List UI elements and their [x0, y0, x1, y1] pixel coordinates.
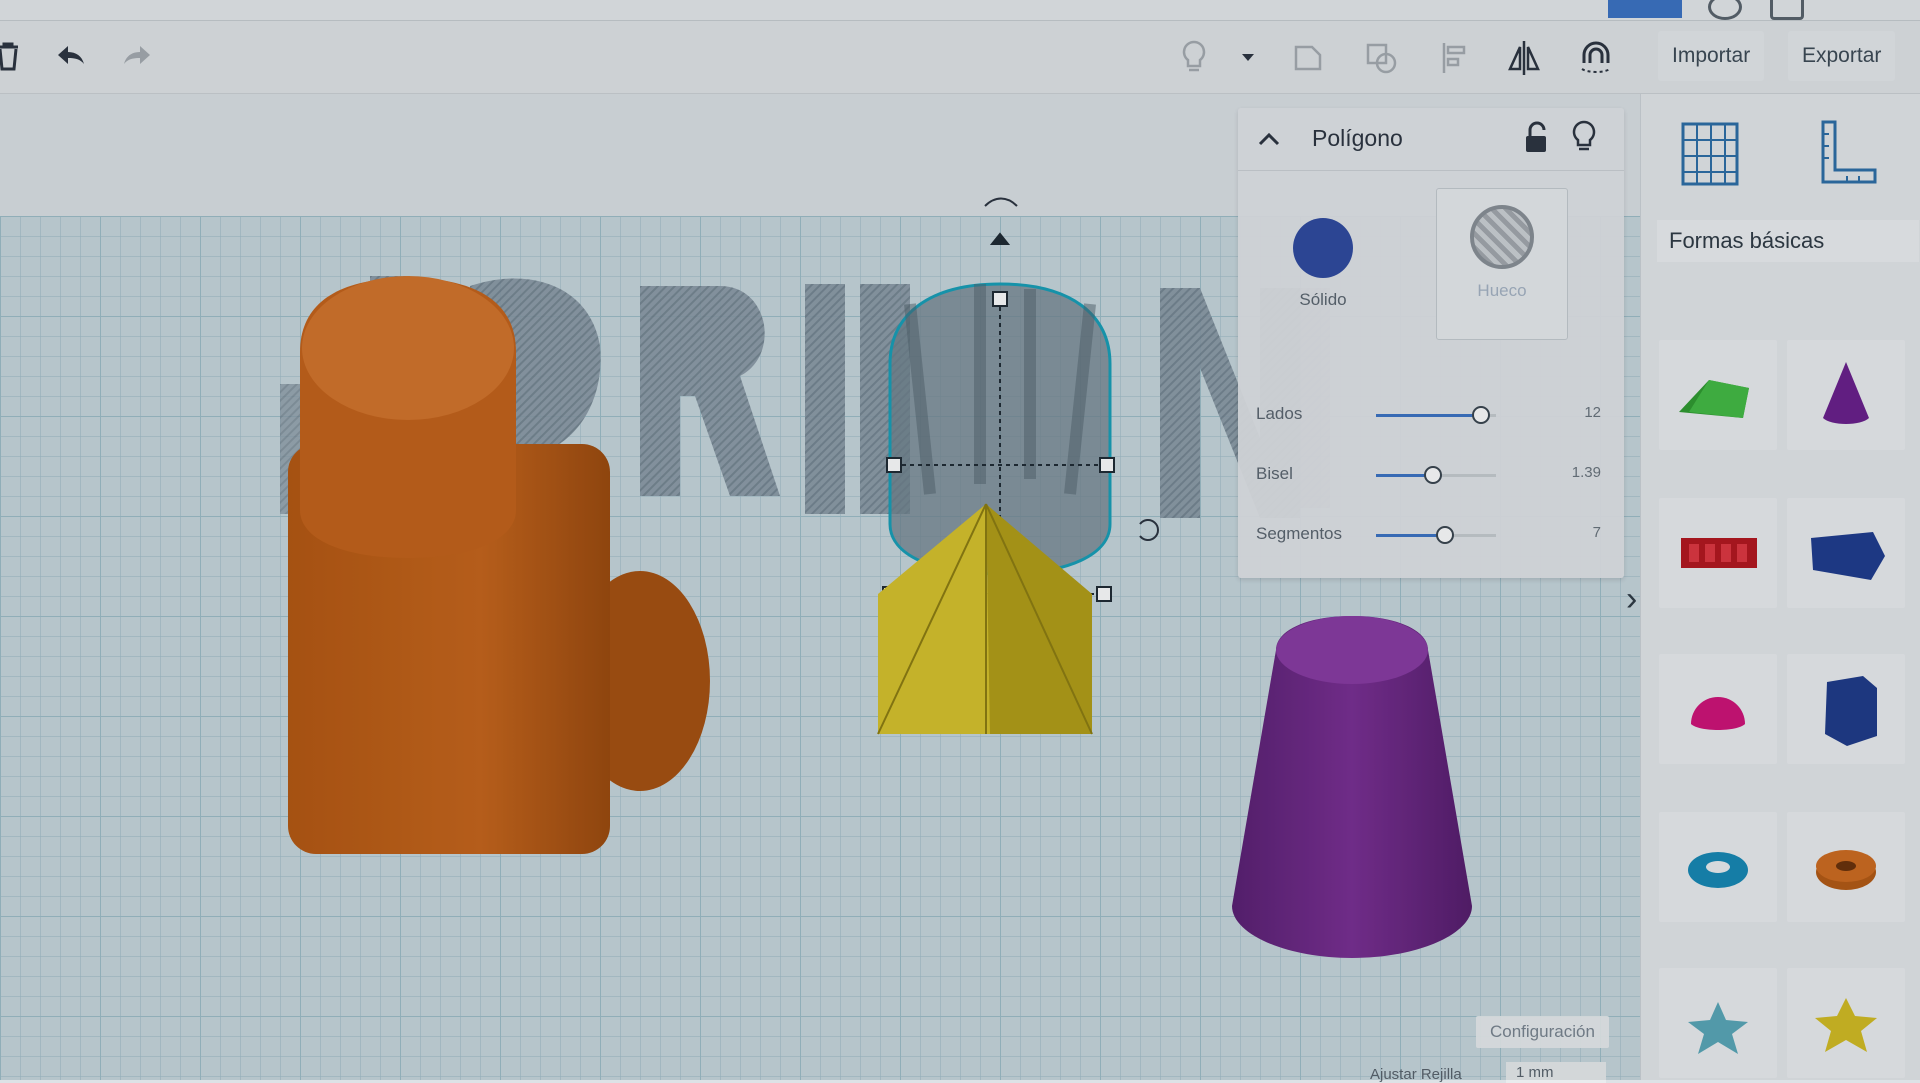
snap-grid-label: Ajustar Rejilla: [1370, 1066, 1462, 1083]
param-slider[interactable]: [1376, 406, 1496, 424]
param-bisel[interactable]: Bisel 1.39: [1256, 460, 1611, 490]
polygon-shape-icon[interactable]: [1787, 654, 1905, 764]
hole-option[interactable]: Hueco: [1436, 188, 1568, 340]
light-bulb-icon[interactable]: [1172, 35, 1216, 79]
purple-cone-object[interactable]: [1232, 616, 1472, 958]
roof-shape-icon[interactable]: [1659, 340, 1777, 450]
ungroup-icon[interactable]: [1360, 35, 1404, 79]
inspector-title: Polígono: [1312, 125, 1403, 151]
undo-icon[interactable]: [48, 35, 92, 79]
param-slider[interactable]: [1376, 526, 1496, 544]
group-icon[interactable]: [1286, 35, 1330, 79]
param-label: Bisel: [1256, 464, 1293, 483]
shape-library-panel: Formas básicas: [1640, 94, 1920, 1080]
param-value[interactable]: 1.39: [1572, 464, 1601, 481]
slider-knob[interactable]: [1436, 526, 1455, 544]
param-lados[interactable]: Lados 12: [1256, 400, 1611, 430]
workplane-grid-icon[interactable]: [1675, 114, 1745, 194]
profile-icon[interactable]: [1708, 0, 1742, 20]
library-panel-toggle[interactable]: ›: [1626, 580, 1637, 619]
solid-label: Sólido: [1299, 290, 1347, 309]
star-shape-icon[interactable]: [1659, 968, 1777, 1078]
torus-shape-icon[interactable]: [1659, 812, 1777, 922]
redo-icon[interactable]: [116, 35, 160, 79]
param-segmentos[interactable]: Segmentos 7: [1256, 520, 1611, 550]
yellow-star-shape-icon[interactable]: [1787, 968, 1905, 1078]
export-button[interactable]: Exportar: [1788, 31, 1896, 81]
hole-label: Hueco: [1477, 281, 1527, 300]
align-icon[interactable]: [1432, 35, 1476, 79]
wedge-shape-icon[interactable]: [1787, 498, 1905, 608]
cone-shape-icon[interactable]: [1787, 340, 1905, 450]
slider-knob[interactable]: [1424, 466, 1443, 484]
import-button[interactable]: Importar: [1658, 31, 1765, 81]
share-icon[interactable]: [1770, 0, 1804, 20]
solid-option[interactable]: Sólido: [1258, 188, 1388, 338]
dropdown-caret-icon[interactable]: [1226, 35, 1270, 79]
param-value[interactable]: 12: [1584, 404, 1601, 421]
param-label: Segmentos: [1256, 524, 1342, 543]
inspector-header: Polígono: [1238, 108, 1624, 171]
light-bulb-icon[interactable]: [1568, 118, 1600, 156]
delete-icon[interactable]: [0, 35, 30, 79]
solid-color-swatch[interactable]: [1293, 218, 1353, 278]
param-value[interactable]: 7: [1593, 524, 1601, 541]
hole-swatch[interactable]: [1470, 205, 1534, 269]
text-shape-icon[interactable]: [1659, 498, 1777, 608]
settings-button[interactable]: Configuración: [1476, 1016, 1609, 1048]
mirror-icon[interactable]: [1502, 35, 1546, 79]
view-toggle-button[interactable]: [1608, 0, 1682, 18]
ruler-icon[interactable]: [1811, 114, 1881, 194]
window-top-strip: [0, 0, 1920, 21]
magnet-icon[interactable]: [1574, 35, 1618, 79]
param-slider[interactable]: [1376, 466, 1496, 484]
shape-inspector-panel: Polígono Sólido Hueco Lados 12 Bisel 1.3…: [1238, 108, 1624, 578]
collapse-chevron-icon[interactable]: [1256, 126, 1282, 152]
library-category-title[interactable]: Formas básicas: [1657, 220, 1919, 262]
param-label: Lados: [1256, 404, 1303, 423]
main-toolbar: Importar Exportar: [0, 21, 1920, 94]
slider-knob[interactable]: [1472, 406, 1491, 424]
lock-icon[interactable]: [1520, 120, 1552, 156]
tube-shape-icon[interactable]: [1787, 812, 1905, 922]
half-sphere-shape-icon[interactable]: [1659, 654, 1777, 764]
